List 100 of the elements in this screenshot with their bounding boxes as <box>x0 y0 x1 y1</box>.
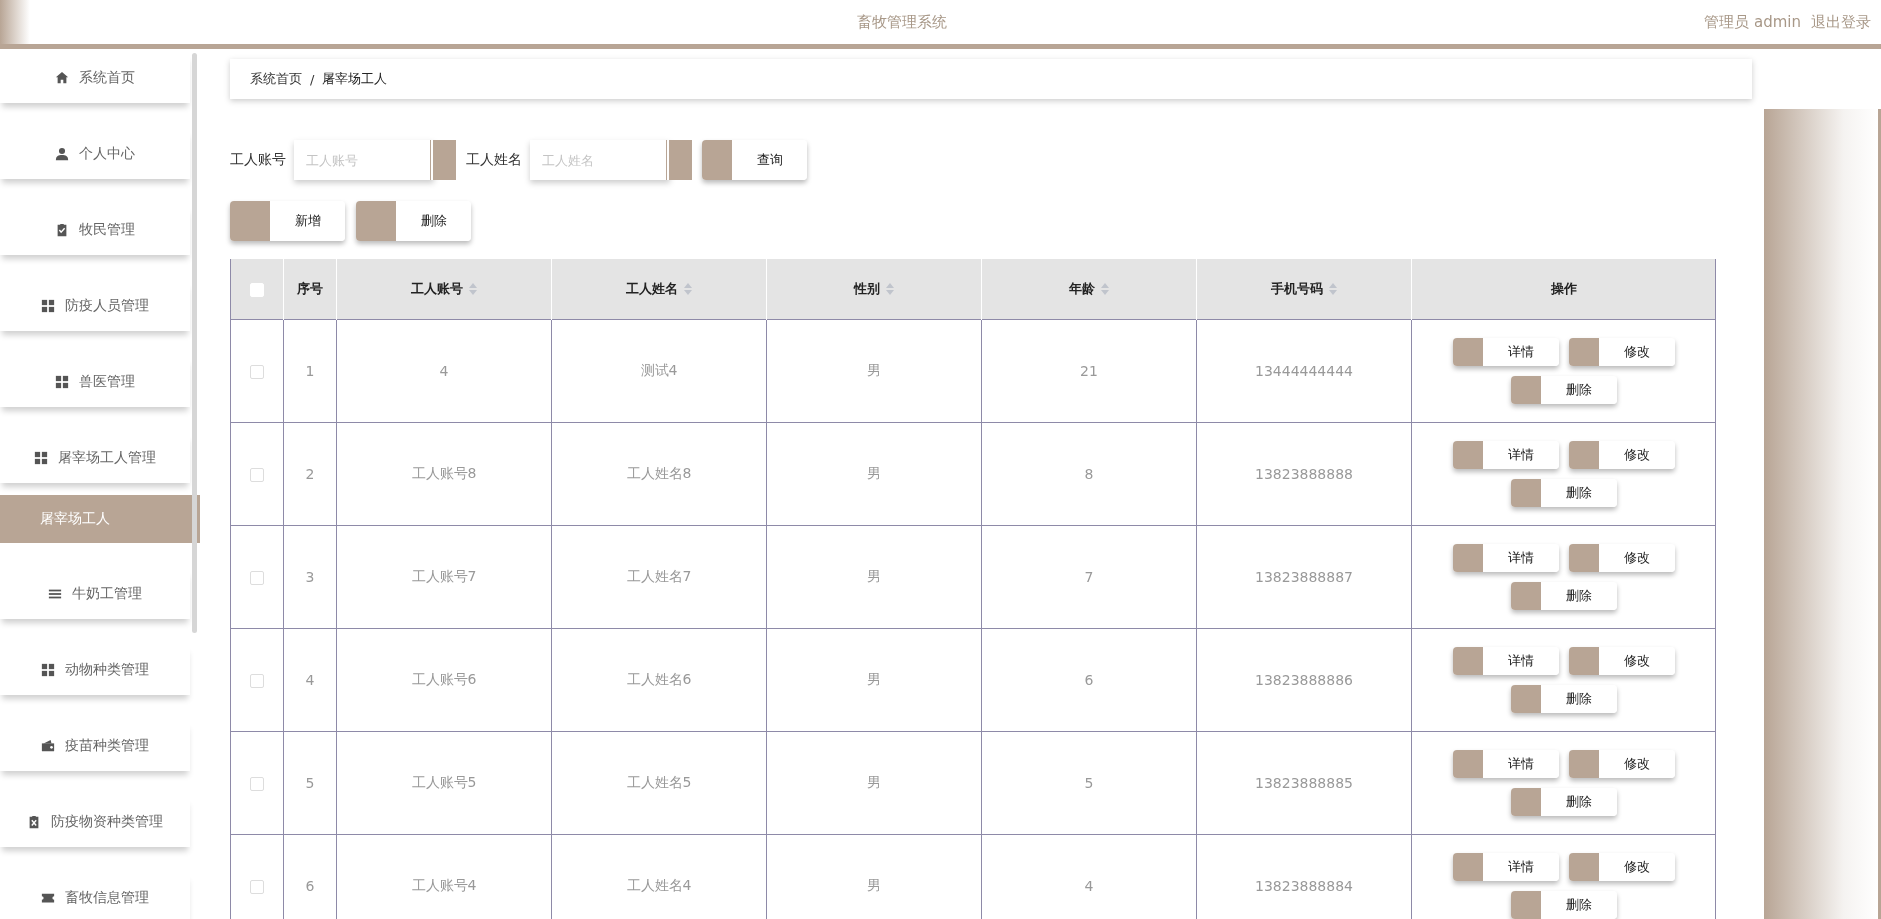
sort-icon[interactable] <box>1329 283 1337 295</box>
table-cell: 4 <box>439 363 449 379</box>
table-cell: 2 <box>305 466 315 482</box>
search-button[interactable]: 查询 <box>702 140 807 180</box>
column-header[interactable]: 工人姓名 <box>551 259 767 320</box>
menu-item[interactable]: 牧民管理 <box>0 205 190 255</box>
menu-item[interactable]: 屠宰场工人管理 <box>0 433 190 483</box>
delete-button[interactable]: 删除 <box>1510 788 1617 816</box>
details-button[interactable]: 详情 <box>1452 441 1559 469</box>
edit-button[interactable]: 修改 <box>1568 544 1675 572</box>
grid-icon <box>55 375 69 389</box>
table-cell: 工人姓名8 <box>626 465 692 481</box>
table-cell: 4 <box>1084 878 1094 894</box>
delete-button[interactable]: 删除 <box>1510 582 1617 610</box>
menu-item[interactable]: 兽医管理 <box>0 357 190 407</box>
clipboard-check-icon <box>55 223 69 237</box>
search-field[interactable]: 工人账号 <box>294 140 434 180</box>
grid-icon <box>41 299 55 313</box>
column-header[interactable]: 手机号码 <box>1196 259 1412 320</box>
column-label: 操作 <box>1550 280 1577 298</box>
table-cell: 测试4 <box>640 362 678 378</box>
menu-item[interactable]: 防疫物资种类管理 <box>0 797 190 847</box>
column-label: 序号 <box>297 280 323 298</box>
table-cell: 8 <box>1084 466 1094 482</box>
checkbox[interactable] <box>250 468 264 482</box>
field-accent <box>434 140 456 180</box>
menu-item[interactable]: 防疫人员管理 <box>0 281 190 331</box>
checkbox[interactable] <box>250 674 264 688</box>
table-cell: 7 <box>1084 569 1094 585</box>
table-cell: 男 <box>867 568 881 584</box>
table-cell: 工人姓名5 <box>626 774 692 790</box>
sort-icon[interactable] <box>1101 283 1109 295</box>
checkbox[interactable] <box>250 571 264 585</box>
table-cell: 工人姓名4 <box>626 877 692 893</box>
checkbox[interactable] <box>250 777 264 791</box>
details-button[interactable]: 详情 <box>1452 750 1559 778</box>
user-name: 管理员 admin <box>1704 12 1801 32</box>
column-header[interactable]: 年龄 <box>981 259 1197 320</box>
table-cell: 5 <box>1084 775 1094 791</box>
column-label: 手机号码 <box>1271 280 1323 298</box>
details-button[interactable]: 详情 <box>1452 338 1559 366</box>
table-cell: 工人姓名6 <box>626 671 692 687</box>
menu-item[interactable]: 动物种类管理 <box>0 645 190 695</box>
table-cell: 男 <box>867 774 881 790</box>
details-button[interactable]: 详情 <box>1452 544 1559 572</box>
add-button[interactable]: 新增 <box>230 201 345 241</box>
edit-button[interactable]: 修改 <box>1568 750 1675 778</box>
field-accent <box>670 140 692 180</box>
column-label: 性别 <box>854 280 880 298</box>
table-cell: 男 <box>867 671 881 687</box>
menu-item[interactable]: 疫苗种类管理 <box>0 721 190 771</box>
field-label: 工人姓名 <box>466 151 522 169</box>
home-icon <box>55 71 69 85</box>
edit-button[interactable]: 修改 <box>1568 853 1675 881</box>
sort-icon[interactable] <box>469 283 477 295</box>
table-cell: 13444444444 <box>1255 363 1353 379</box>
table-cell: 13823888886 <box>1255 672 1353 688</box>
details-button[interactable]: 详情 <box>1452 647 1559 675</box>
column-header[interactable]: 工人账号 <box>336 259 552 320</box>
checkbox[interactable] <box>250 880 264 894</box>
table-cell: 13823888887 <box>1255 569 1353 585</box>
table-cell: 男 <box>867 362 881 378</box>
column-label: 工人姓名 <box>626 280 678 298</box>
field-label: 工人账号 <box>230 151 286 169</box>
table-cell: 4 <box>305 672 315 688</box>
sort-icon[interactable] <box>684 283 692 295</box>
delete-button[interactable]: 删除 <box>1510 376 1617 404</box>
menu-item[interactable]: 牛奶工管理 <box>0 569 190 619</box>
table-cell: 21 <box>1080 363 1098 379</box>
delete-button[interactable]: 删除 <box>1510 479 1617 507</box>
app-title: 畜牧管理系统 <box>856 12 949 32</box>
delete-button[interactable]: 删除 <box>356 201 471 241</box>
edit-button[interactable]: 修改 <box>1568 647 1675 675</box>
table-cell: 3 <box>305 569 315 585</box>
menu-item[interactable]: 系统首页 <box>0 53 190 103</box>
checkbox[interactable] <box>250 365 264 379</box>
table-cell: 5 <box>305 775 315 791</box>
grid-icon <box>41 663 55 677</box>
breadcrumb-link[interactable]: 系统首页 <box>250 70 302 88</box>
table-cell: 工人账号6 <box>411 671 477 687</box>
details-button[interactable]: 详情 <box>1452 853 1559 881</box>
delete-button[interactable]: 删除 <box>1510 685 1617 713</box>
menu-item[interactable]: 个人中心 <box>0 129 190 179</box>
table-cell: 13823888884 <box>1255 878 1353 894</box>
menu-item[interactable]: 畜牧信息管理 <box>0 873 190 919</box>
edit-button[interactable]: 修改 <box>1568 338 1675 366</box>
column-header[interactable]: 性别 <box>766 259 982 320</box>
person-icon <box>55 147 69 161</box>
list-icon <box>48 587 62 601</box>
column-label: 工人账号 <box>411 280 463 298</box>
breadcrumb-separator: / <box>310 71 315 87</box>
table-cell: 男 <box>867 877 881 893</box>
table-cell: 13823888885 <box>1255 775 1353 791</box>
sort-icon[interactable] <box>886 283 894 295</box>
table-cell: 工人账号7 <box>411 568 477 584</box>
edit-button[interactable]: 修改 <box>1568 441 1675 469</box>
table-cell: 工人账号8 <box>411 465 477 481</box>
delete-button[interactable]: 删除 <box>1510 891 1617 919</box>
clipboard-x-icon <box>27 815 41 829</box>
table-cell: 6 <box>305 878 315 894</box>
